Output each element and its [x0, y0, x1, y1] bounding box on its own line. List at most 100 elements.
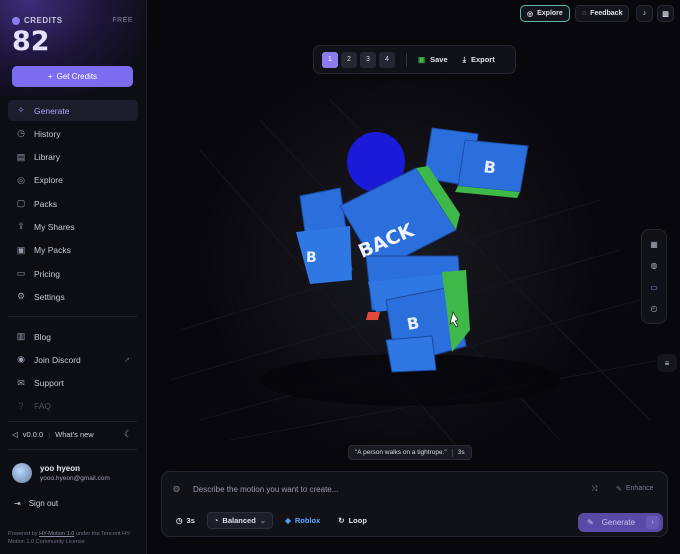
box-icon: ▢: [16, 198, 26, 209]
user-email: yooo.hyeon@gmail.com: [40, 475, 110, 482]
loop-toggle[interactable]: ↻ Loop: [332, 512, 373, 529]
roblox-icon: ◈: [285, 516, 291, 525]
share-icon: ⇪: [17, 221, 25, 232]
hy-motion-link[interactable]: HY-Motion 1.0: [39, 531, 74, 537]
save-icon: ▣: [418, 55, 426, 64]
packs-icon: ▣: [16, 244, 26, 255]
sidebar-item-my-shares[interactable]: ⇪ My Shares: [8, 216, 138, 237]
explore-button[interactable]: ◎ Explore: [520, 5, 570, 22]
pin-icon: ◍: [173, 484, 180, 493]
footer-divider: [8, 421, 137, 422]
help-icon: ?: [18, 401, 24, 412]
video-camera-icon[interactable]: ▭: [650, 283, 658, 292]
page-button-4[interactable]: 4: [379, 51, 395, 68]
library-icon: ▤: [16, 151, 26, 162]
credits-icon: [12, 16, 20, 25]
sidebar-item-pricing[interactable]: ▭ Pricing: [8, 263, 138, 284]
sidebar-item-explore[interactable]: ◎ Explore: [8, 170, 138, 191]
loop-icon: ↻: [338, 516, 345, 525]
shuffle-icon[interactable]: ⤨: [591, 484, 597, 494]
logout-icon: ⇥: [14, 499, 21, 508]
secondary-nav: ▥ Blog ◉ Join Discord ↗ ✉ Support ? FAQ: [8, 326, 138, 419]
page-button-2[interactable]: 2: [341, 51, 357, 68]
sidebar-item-my-packs[interactable]: ▣ My Packs: [8, 240, 138, 261]
panel-toggle-icon[interactable]: ≡: [657, 354, 677, 372]
sidebar: CREDITS FREE 82 + Get Credits ✧ Generate …: [0, 0, 147, 554]
plan-badge: FREE: [112, 17, 133, 24]
caption-divider: [451, 448, 453, 457]
camera-orbit-icon[interactable]: ◍: [651, 261, 658, 270]
caption-text: "A person walks on a tightrope.": [355, 449, 447, 456]
quality-dropdown[interactable]: ◔ Balanced ⌄: [206, 512, 274, 529]
view-tools-rail: ▦ ◍ ▭ ◴: [641, 229, 667, 324]
prompt-panel: ◍ ⤨ ✎ Enhance ◷ 3s ◔ Balanced ⌄ ◈ Roblox…: [161, 471, 668, 537]
sidebar-item-support[interactable]: ✉ Support: [8, 373, 138, 394]
sidebar-item-blog[interactable]: ▥ Blog: [8, 326, 138, 347]
gear-icon: ⚙: [16, 291, 26, 302]
whats-new-link[interactable]: What's new: [55, 430, 94, 439]
megaphone-icon: ◁: [12, 430, 18, 439]
sparkle-icon: ✧: [17, 105, 25, 115]
version-divider: |: [48, 430, 51, 439]
sidebar-item-packs[interactable]: ▢ Packs: [8, 193, 138, 214]
wand-icon: ✎: [616, 486, 622, 493]
user-profile[interactable]: yoo hyeon yooo.hyeon@gmail.com: [12, 463, 110, 483]
external-link-icon: ↗: [124, 356, 130, 364]
limb-letter: B: [306, 250, 317, 266]
sidebar-item-generate[interactable]: ✧ Generate: [8, 100, 138, 121]
version-row: ◁ v0.0.0 | What's new: [12, 430, 94, 439]
save-button[interactable]: ▣ Save: [418, 55, 448, 64]
prompt-options: ◷ 3s ◔ Balanced ⌄ ◈ Roblox ↻ Loop: [170, 512, 373, 529]
sidebar-item-discord[interactable]: ◉ Join Discord ↗: [8, 349, 138, 370]
get-credits-button[interactable]: + Get Credits: [12, 66, 133, 87]
download-icon: ⤓: [462, 54, 466, 64]
scene-toolbar: 1 2 3 4 ▣ Save ⤓ Export: [313, 45, 516, 74]
motion-caption: "A person walks on a tightrope." 3s: [348, 445, 472, 460]
theme-toggle-moon-icon[interactable]: ☾: [124, 429, 132, 440]
discord-icon: ◉: [17, 354, 25, 365]
caption-duration: 3s: [457, 449, 465, 456]
clock-icon: ◷: [176, 516, 183, 525]
toolbar-divider: [406, 52, 407, 67]
user-name: yoo hyeon: [40, 464, 81, 473]
book-icon[interactable]: ▥: [657, 5, 674, 22]
gauge-icon: ◔: [213, 516, 219, 525]
book-icon: ▥: [16, 331, 26, 341]
pricing-icon: ▭: [16, 268, 26, 279]
page-button-1[interactable]: 1: [322, 51, 338, 68]
license-note: Powered by HY-Motion 1.0 under the Tence…: [8, 531, 132, 546]
roblox-toggle[interactable]: ◈ Roblox: [279, 512, 326, 529]
sign-out-button[interactable]: ⇥ Sign out: [14, 499, 58, 508]
grid-view-icon[interactable]: ▦: [650, 240, 658, 249]
chevron-right-icon: ›: [646, 516, 659, 529]
credits-label: CREDITS: [12, 16, 63, 25]
timer-icon[interactable]: ◴: [651, 304, 658, 313]
nav-divider: [8, 316, 137, 317]
sidebar-item-settings[interactable]: ⚙ Settings: [8, 286, 138, 307]
feedback-button[interactable]: ◌ Feedback: [575, 5, 630, 22]
page-button-3[interactable]: 3: [360, 51, 376, 68]
sidebar-item-faq[interactable]: ? FAQ: [8, 396, 138, 417]
avatar: [12, 463, 32, 483]
user-divider: [8, 449, 137, 450]
notifications-bell-icon[interactable]: ♪: [636, 5, 653, 22]
compass-icon: ◎: [17, 174, 25, 185]
main-nav: ✧ Generate ◷ History ▤ Library ◎ Explore ▢ Pa…: [8, 100, 138, 310]
credits-panel: CREDITS FREE 82 + Get Credits: [0, 0, 146, 96]
sidebar-item-history[interactable]: ◷ History: [8, 123, 138, 144]
wand-icon: ✎: [587, 518, 594, 527]
mail-icon: ✉: [17, 377, 25, 388]
motion-prompt-input[interactable]: [193, 482, 573, 496]
version-label: v0.0.0: [22, 430, 44, 439]
plus-icon: +: [47, 72, 53, 81]
enhance-button[interactable]: ✎ Enhance: [616, 485, 654, 493]
duration-selector[interactable]: ◷ 3s: [170, 512, 201, 529]
export-button[interactable]: ⤓ Export: [463, 55, 495, 65]
compass-icon: ◎: [527, 10, 534, 18]
chevron-down-icon: ⌄: [259, 516, 267, 525]
history-icon: ◷: [17, 128, 25, 139]
generate-button[interactable]: ✎ Generate ›: [578, 513, 663, 532]
sidebar-item-library[interactable]: ▤ Library: [8, 147, 138, 168]
chat-icon: ◌: [582, 10, 587, 17]
credits-count: 82: [12, 26, 50, 57]
